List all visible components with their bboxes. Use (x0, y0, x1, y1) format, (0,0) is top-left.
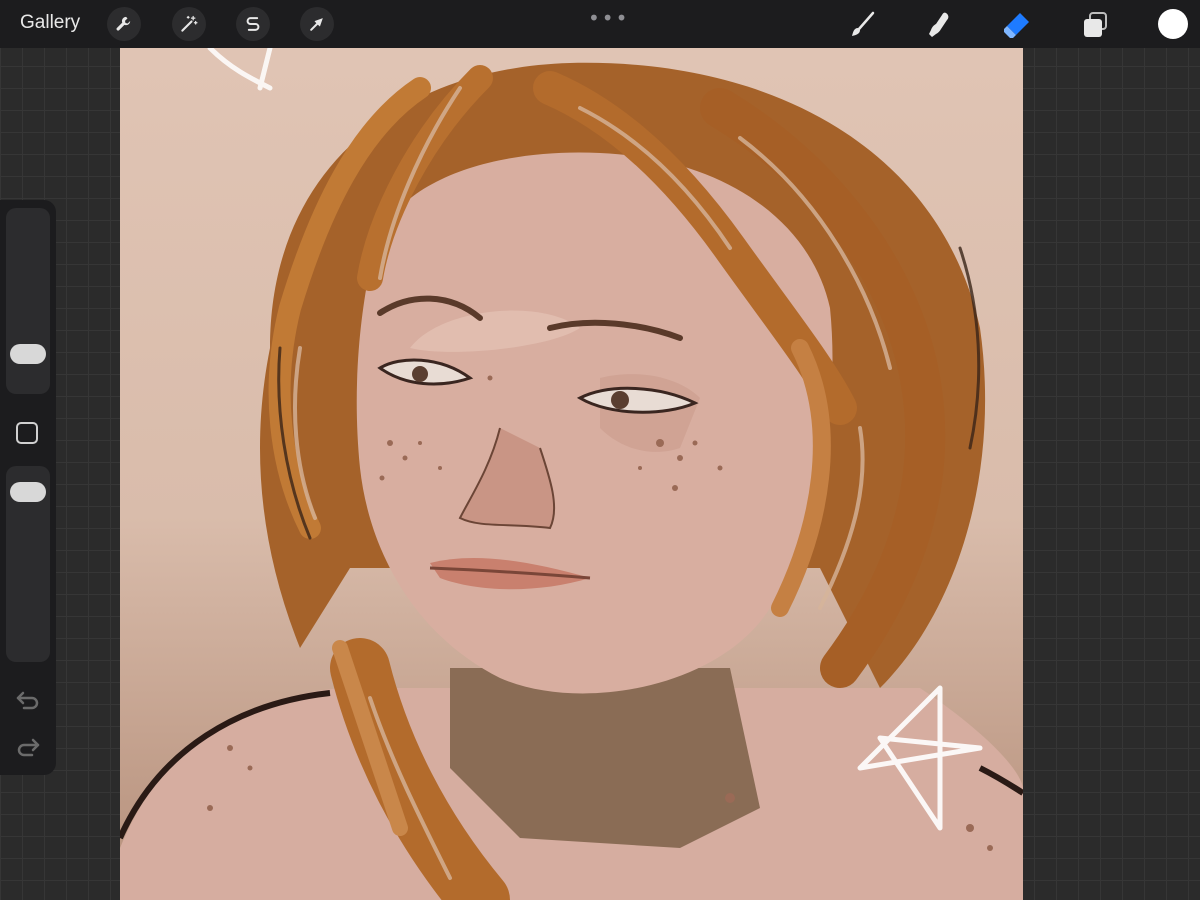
opacity-thumb[interactable] (10, 482, 46, 502)
brush-icon (852, 11, 875, 36)
redo-button[interactable] (14, 735, 42, 759)
layers-button[interactable] (1078, 8, 1112, 42)
top-toolbar: Gallery ••• (0, 0, 1200, 48)
gallery-button[interactable]: Gallery (20, 12, 80, 34)
actions-button[interactable] (107, 7, 141, 41)
left-sidebar (0, 200, 56, 775)
layers-icon (1084, 12, 1107, 37)
magic-wand-icon (181, 15, 198, 32)
eraser-tool-button[interactable] (1000, 8, 1034, 42)
brush-size-slider[interactable] (6, 208, 50, 394)
undo-button[interactable] (14, 688, 42, 712)
brush-size-thumb[interactable] (10, 344, 46, 364)
smudge-finger-icon (929, 12, 949, 37)
more-options-handle[interactable]: ••• (588, 6, 629, 30)
opacity-slider[interactable] (6, 466, 50, 662)
portrait-painting (120, 48, 1023, 900)
selection-s-icon (246, 17, 260, 31)
adjustments-button[interactable] (172, 7, 206, 41)
modify-button[interactable] (16, 422, 38, 444)
undo-icon (16, 691, 39, 710)
brush-tool-button[interactable] (845, 8, 879, 42)
redo-icon (17, 738, 40, 757)
arrow-cursor-icon (310, 18, 323, 31)
smudge-tool-button[interactable] (922, 8, 956, 42)
color-picker-button[interactable] (1158, 9, 1188, 39)
selection-button[interactable] (236, 7, 270, 41)
wrench-icon (116, 16, 131, 31)
drawing-canvas[interactable] (120, 48, 1023, 900)
eraser-icon (1004, 13, 1029, 38)
transform-button[interactable] (300, 7, 334, 41)
